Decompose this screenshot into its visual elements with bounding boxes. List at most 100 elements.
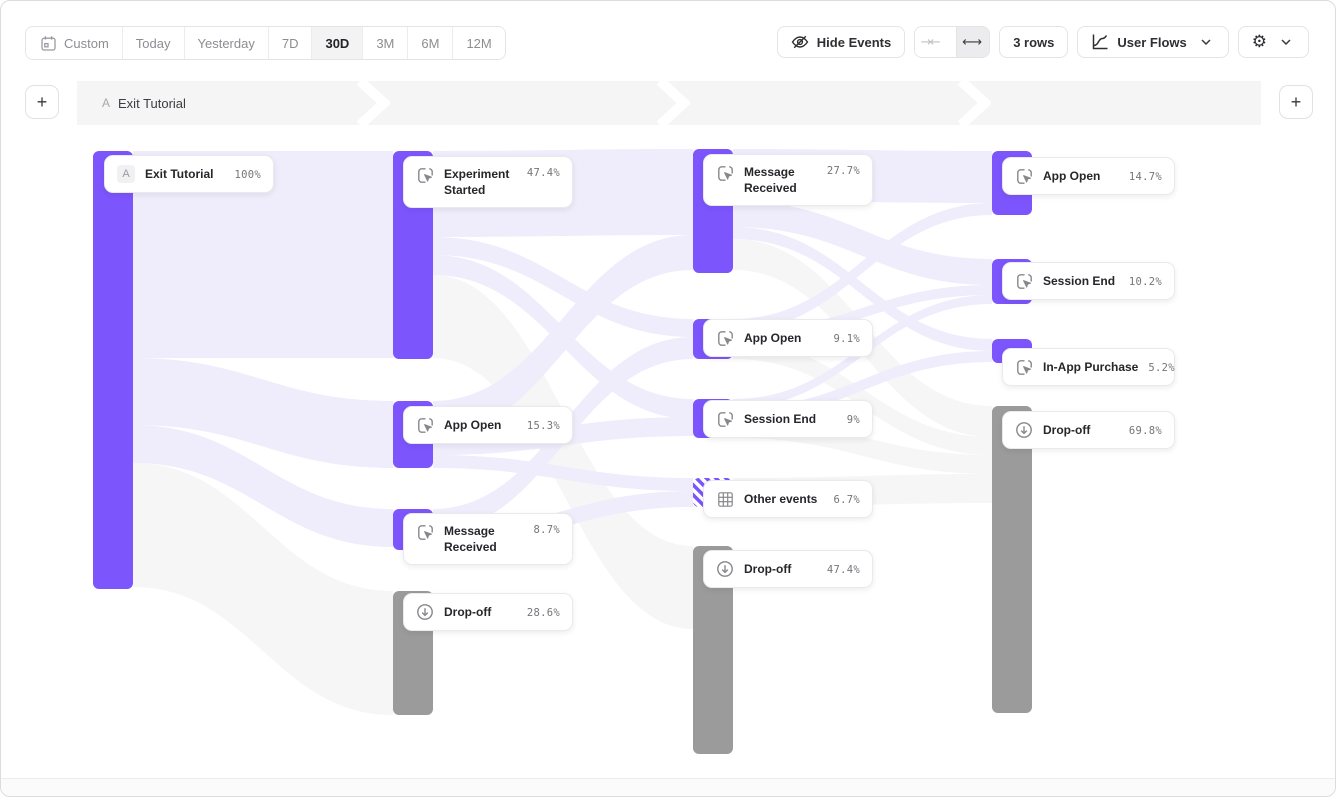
drop-off-icon [716,560,734,578]
add-step-button-left[interactable]: + [25,85,59,119]
date-range-label: 7D [282,36,299,51]
flow-node-label: App Open [444,417,501,433]
event-icon [416,523,434,541]
flow-node-drop-off-3[interactable]: Drop-off 47.4% [703,550,873,588]
flow-node-percent: 47.4% [827,563,860,576]
flow-node-other-events-3[interactable]: Other events 6.7% [703,480,873,518]
view-selector-label: User Flows [1117,35,1186,50]
date-range-6m[interactable]: 6M [407,27,452,59]
toolbar: Custom Today Yesterday 7D 30D 3M 6M 12M Hide Ev… [1,1,1335,67]
date-range-label: 3M [376,36,394,51]
event-icon [716,329,734,347]
date-range-custom[interactable]: Custom [26,27,122,59]
event-letter-badge: A [117,165,135,183]
event-icon [716,164,734,182]
flow-start-badge: A [102,96,110,110]
hide-events-label: Hide Events [817,35,891,50]
date-range-label: Today [136,36,171,51]
date-range-7d[interactable]: 7D [268,27,312,59]
user-flows-app: A Exit Tutorial 100% Experiment Started 47.4… [0,0,1336,797]
flow-node-session-end-3[interactable]: Session End 9% [703,400,873,438]
event-icon [416,416,434,434]
event-icon [716,410,734,428]
flow-bar-exit-tutorial[interactable] [93,151,133,589]
flow-node-percent: 5.2% [1148,361,1175,374]
step-chevron-icon [957,81,991,125]
event-icon [1015,272,1033,290]
flow-node-label: Session End [744,411,816,427]
flow-node-drop-off-4[interactable]: Drop-off 69.8% [1002,411,1175,449]
rows-button[interactable]: 3 rows [999,26,1068,58]
flow-node-label: App Open [1043,168,1100,184]
flow-node-app-open-3[interactable]: App Open 9.1% [703,319,873,357]
drop-off-icon [1015,421,1033,439]
add-step-button-right[interactable]: + [1279,85,1313,119]
flow-node-percent: 6.7% [834,493,861,506]
other-events-icon [716,490,734,508]
flow-node-label: App Open [744,330,801,346]
expand-columns-button[interactable]: ←→ [956,27,989,57]
flow-node-percent: 47.4% [527,166,560,179]
date-range-label: 6M [421,36,439,51]
flow-node-percent: 69.8% [1129,424,1162,437]
collapse-columns-button[interactable]: →← [915,27,948,57]
flow-node-percent: 28.6% [527,606,560,619]
flow-node-percent: 9.1% [834,332,861,345]
flow-node-percent: 10.2% [1129,275,1162,288]
flow-node-exit-tutorial[interactable]: A Exit Tutorial 100% [104,155,274,193]
flow-node-percent: 15.3% [527,419,560,432]
flow-node-label: Drop-off [744,561,791,577]
date-range-3m[interactable]: 3M [362,27,407,59]
date-range-group: Custom Today Yesterday 7D 30D 3M 6M 12M [25,26,506,60]
calendar-icon [39,34,57,52]
flow-node-drop-off-2[interactable]: Drop-off 28.6% [403,593,573,631]
date-range-label: Custom [64,36,109,51]
date-range-label: Yesterday [198,36,255,51]
flow-node-message-received-3[interactable]: Message Received 27.7% [703,154,873,206]
date-range-yesterday[interactable]: Yesterday [184,27,268,59]
flow-node-label: Drop-off [444,604,491,620]
settings-button[interactable]: ⚙ [1238,26,1309,58]
rows-label: 3 rows [1013,35,1054,50]
flow-node-label: Exit Tutorial [145,166,213,182]
flow-node-app-open-2[interactable]: App Open 15.3% [403,406,573,444]
flow-bar-drop-off-4[interactable] [992,406,1032,713]
line-chart-icon [1091,33,1109,51]
date-range-30d[interactable]: 30D [311,27,362,59]
flow-node-label: Experiment Started [444,166,517,198]
step-chevron-icon [356,81,390,125]
flow-node-label: In-App Purchase [1043,359,1138,375]
flow-node-label: Drop-off [1043,422,1090,438]
flow-start-name: Exit Tutorial [118,96,186,111]
eye-off-icon [791,33,809,51]
flow-node-percent: 100% [235,168,262,181]
flow-node-experiment-started[interactable]: Experiment Started 47.4% [403,156,573,208]
date-range-today[interactable]: Today [122,27,184,59]
date-range-label: 30D [325,36,349,51]
flow-node-label: Message Received [444,523,524,555]
date-range-12m[interactable]: 12M [452,27,504,59]
view-selector-button[interactable]: User Flows [1077,26,1228,58]
flow-node-label: Message Received [744,164,817,196]
flow-node-percent: 9% [847,413,860,426]
step-chevron-icon [656,81,690,125]
flow-node-message-received-2[interactable]: Message Received8.7% [403,513,573,565]
toolbar-right: Hide Events →← ←→ 3 rows User Flows [777,26,1309,58]
flow-node-percent: 14.7% [1129,170,1162,183]
column-spacing-toggle: →← ←→ [914,26,990,58]
flow-node-app-open-4[interactable]: App Open 14.7% [1002,157,1175,195]
flow-node-session-end-4[interactable]: Session End 10.2% [1002,262,1175,300]
flow-start-label: A Exit Tutorial [77,96,186,111]
event-icon [416,166,434,184]
flow-node-percent: 27.7% [827,164,860,177]
date-range-label: 12M [466,36,491,51]
flow-node-label: Session End [1043,273,1115,289]
flow-node-label: Other events [744,491,817,507]
event-icon [1015,167,1033,185]
chevron-down-icon [1197,33,1215,51]
drop-off-icon [416,603,434,621]
hide-events-button[interactable]: Hide Events [777,26,905,58]
chevron-down-icon [1277,33,1295,51]
flow-step-header[interactable]: A Exit Tutorial [77,81,1261,125]
flow-node-in-app-purchase-4[interactable]: In-App Purchase 5.2% [1002,348,1175,386]
